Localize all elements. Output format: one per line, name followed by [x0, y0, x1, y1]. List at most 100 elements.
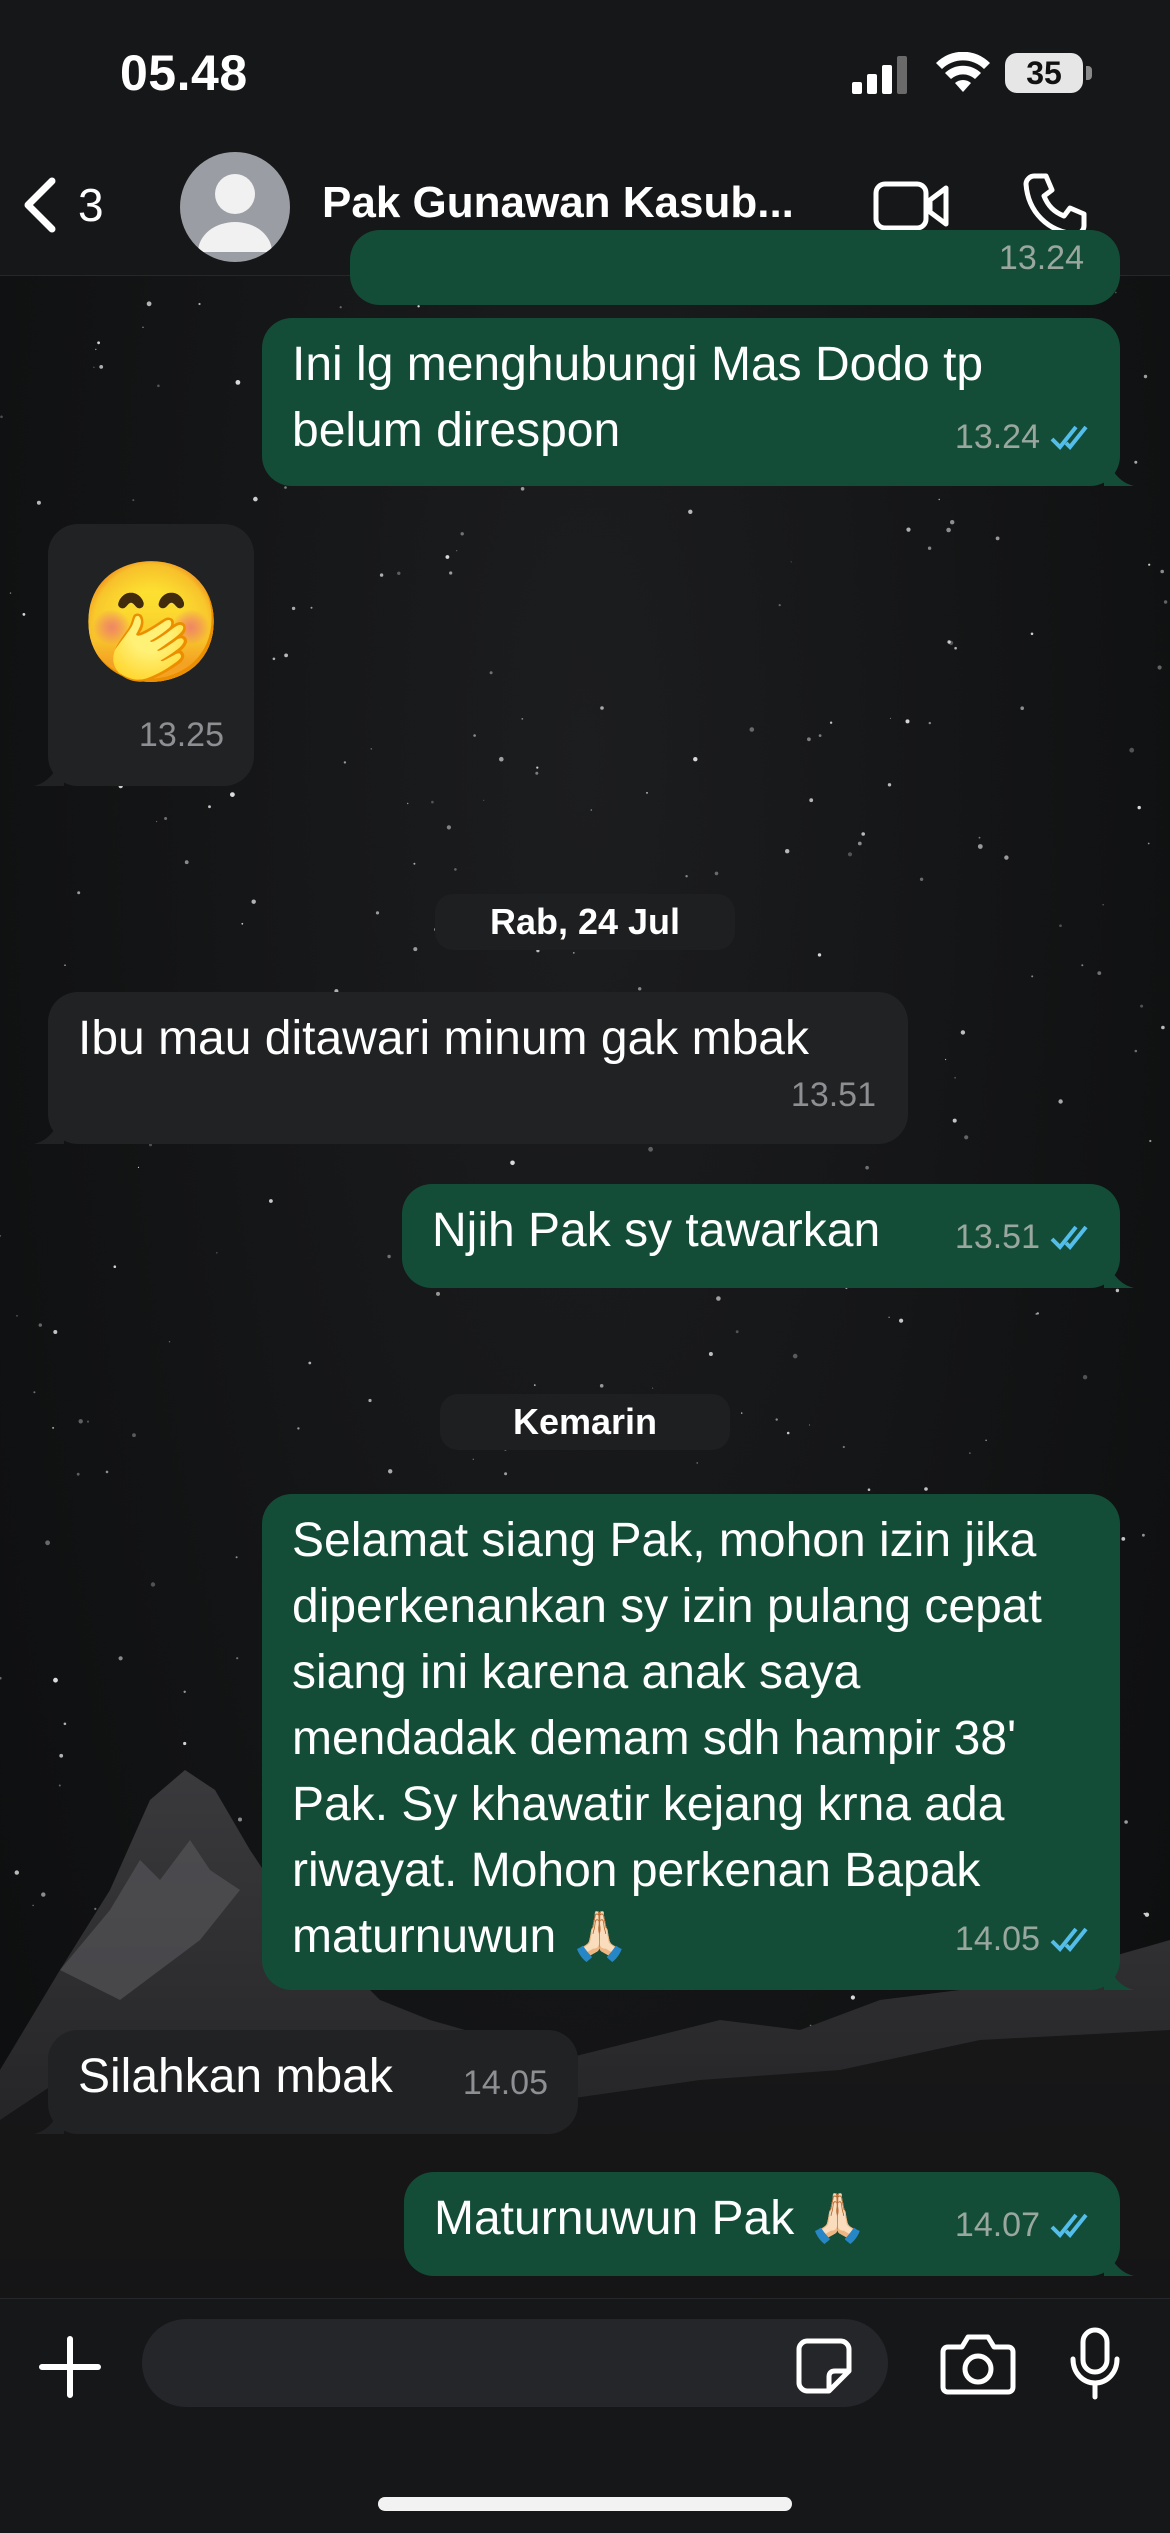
- read-receipt-icon: [1050, 425, 1088, 450]
- star-dot: [572, 952, 575, 954]
- message-bubble-outgoing[interactable]: Selamat siang Pak, mohon izin jika diper…: [262, 1494, 1134, 1990]
- star-dot: [948, 640, 954, 646]
- star-dot: [785, 849, 790, 854]
- star-dot: [954, 1076, 956, 1079]
- read-receipt-icon: [1050, 1225, 1088, 1250]
- message-time: 13.25: [138, 716, 224, 754]
- star-dot: [714, 871, 719, 876]
- star-dot: [53, 1677, 58, 1683]
- bubble-tail: [34, 756, 64, 786]
- star-dot: [64, 964, 66, 966]
- star-dot: [176, 1860, 179, 1863]
- star-dot: [887, 783, 892, 787]
- battery-indicator: 35: [1005, 53, 1083, 93]
- star-dot: [1081, 964, 1084, 967]
- star-dot: [86, 1420, 90, 1423]
- star-dot: [413, 862, 416, 865]
- star-dot: [156, 820, 158, 823]
- star-dot: [985, 1439, 987, 1442]
- camera-icon[interactable]: [940, 2333, 1016, 2395]
- star-dot: [397, 571, 401, 575]
- star-dot: [960, 1030, 966, 1035]
- star-dot: [945, 1058, 947, 1061]
- star-dot: [77, 891, 81, 895]
- star-dot: [790, 561, 792, 563]
- star-dot: [1137, 805, 1141, 810]
- bubble-tail: [1104, 2246, 1134, 2276]
- star-dot: [9, 592, 12, 594]
- star-dot: [235, 1556, 238, 1559]
- message-bubble-incoming[interactable]: Silahkan mbak 14.05: [34, 2030, 578, 2134]
- star-dot: [99, 365, 104, 369]
- message-time: 13.51: [954, 1218, 1040, 1256]
- contact-name[interactable]: Pak Gunawan Kasub...: [322, 178, 794, 228]
- video-call-icon[interactable]: [872, 176, 952, 236]
- message-bubble-outgoing[interactable]: Ini lg menghubungi Mas Dodo tp belum dir…: [262, 318, 1134, 486]
- message-time: 14.05: [462, 2064, 548, 2102]
- star-dot: [1065, 2046, 1069, 2049]
- message-time: 13.24: [998, 239, 1084, 277]
- star-dot: [534, 1384, 536, 1386]
- star-dot: [638, 987, 642, 991]
- star-dot: [436, 1291, 440, 1296]
- star-dot: [504, 1472, 508, 1476]
- status-time: 05.48: [120, 45, 248, 101]
- plus-icon[interactable]: [38, 2335, 102, 2399]
- star-dot: [1004, 855, 1009, 860]
- star-dot: [33, 1391, 36, 1394]
- star-dot: [1134, 1049, 1138, 1053]
- back-button[interactable]: 3: [20, 170, 104, 240]
- star-dot: [407, 802, 409, 805]
- star-dot: [379, 573, 384, 577]
- message-bubble-outgoing[interactable]: 13.24: [350, 230, 1120, 305]
- star-dot: [253, 496, 258, 502]
- star-dot: [964, 1135, 969, 1140]
- star-dot: [947, 640, 951, 644]
- star-dot: [584, 2159, 589, 2164]
- star-dot: [778, 604, 781, 607]
- star-dot: [1142, 1533, 1145, 1537]
- star-dot: [36, 500, 41, 505]
- star-dot: [578, 2075, 583, 2079]
- star-dot: [775, 2079, 779, 2083]
- star-dot: [829, 721, 833, 724]
- star-dot: [1058, 1099, 1063, 1104]
- star-dot: [1134, 460, 1138, 464]
- message-bubble-outgoing[interactable]: Njih Pak sy tawarkan 13.51: [402, 1184, 1134, 1288]
- message-time: 14.05: [954, 1920, 1040, 1958]
- message-emoji: 🤭: [78, 557, 225, 689]
- microphone-icon[interactable]: [1068, 2327, 1122, 2401]
- sticker-icon[interactable]: [795, 2337, 853, 2395]
- message-input[interactable]: [142, 2319, 888, 2407]
- star-dot: [246, 2147, 248, 2150]
- star-dot: [58, 1784, 61, 1787]
- star-dot: [216, 1252, 218, 1254]
- message-bubble-outgoing[interactable]: Maturnuwun Pak 🙏🏻 14.07: [404, 2172, 1134, 2276]
- star-dot: [368, 1398, 372, 1403]
- star-dot: [235, 380, 241, 385]
- star-dot: [818, 734, 822, 737]
- star-dot: [272, 657, 276, 661]
- star-dot: [938, 498, 940, 501]
- star-dot: [387, 1254, 391, 1259]
- star-dot: [456, 550, 458, 552]
- star-dot: [269, 1199, 273, 1203]
- star-dot: [473, 734, 476, 737]
- star-dot: [978, 836, 981, 839]
- message-bubble-incoming[interactable]: 🤭 13.25: [34, 524, 254, 786]
- star-dot: [919, 877, 924, 881]
- message-time: 13.51: [790, 1076, 876, 1114]
- star-dot: [590, 809, 593, 811]
- star-dot: [76, 1472, 80, 1476]
- star-dot: [1020, 706, 1024, 710]
- star-dot: [198, 302, 201, 306]
- star-dot: [241, 922, 244, 925]
- message-composer: [0, 2298, 1170, 2533]
- star-dot: [775, 1418, 778, 1421]
- star-dot: [850, 1995, 856, 2000]
- message-bubble-incoming[interactable]: Ibu mau ditawari minum gak mbak 13.51: [34, 992, 908, 1144]
- star-dot: [828, 2062, 832, 2065]
- star-dot: [59, 1753, 64, 1758]
- avatar[interactable]: [180, 152, 290, 262]
- star-dot: [463, 2152, 467, 2155]
